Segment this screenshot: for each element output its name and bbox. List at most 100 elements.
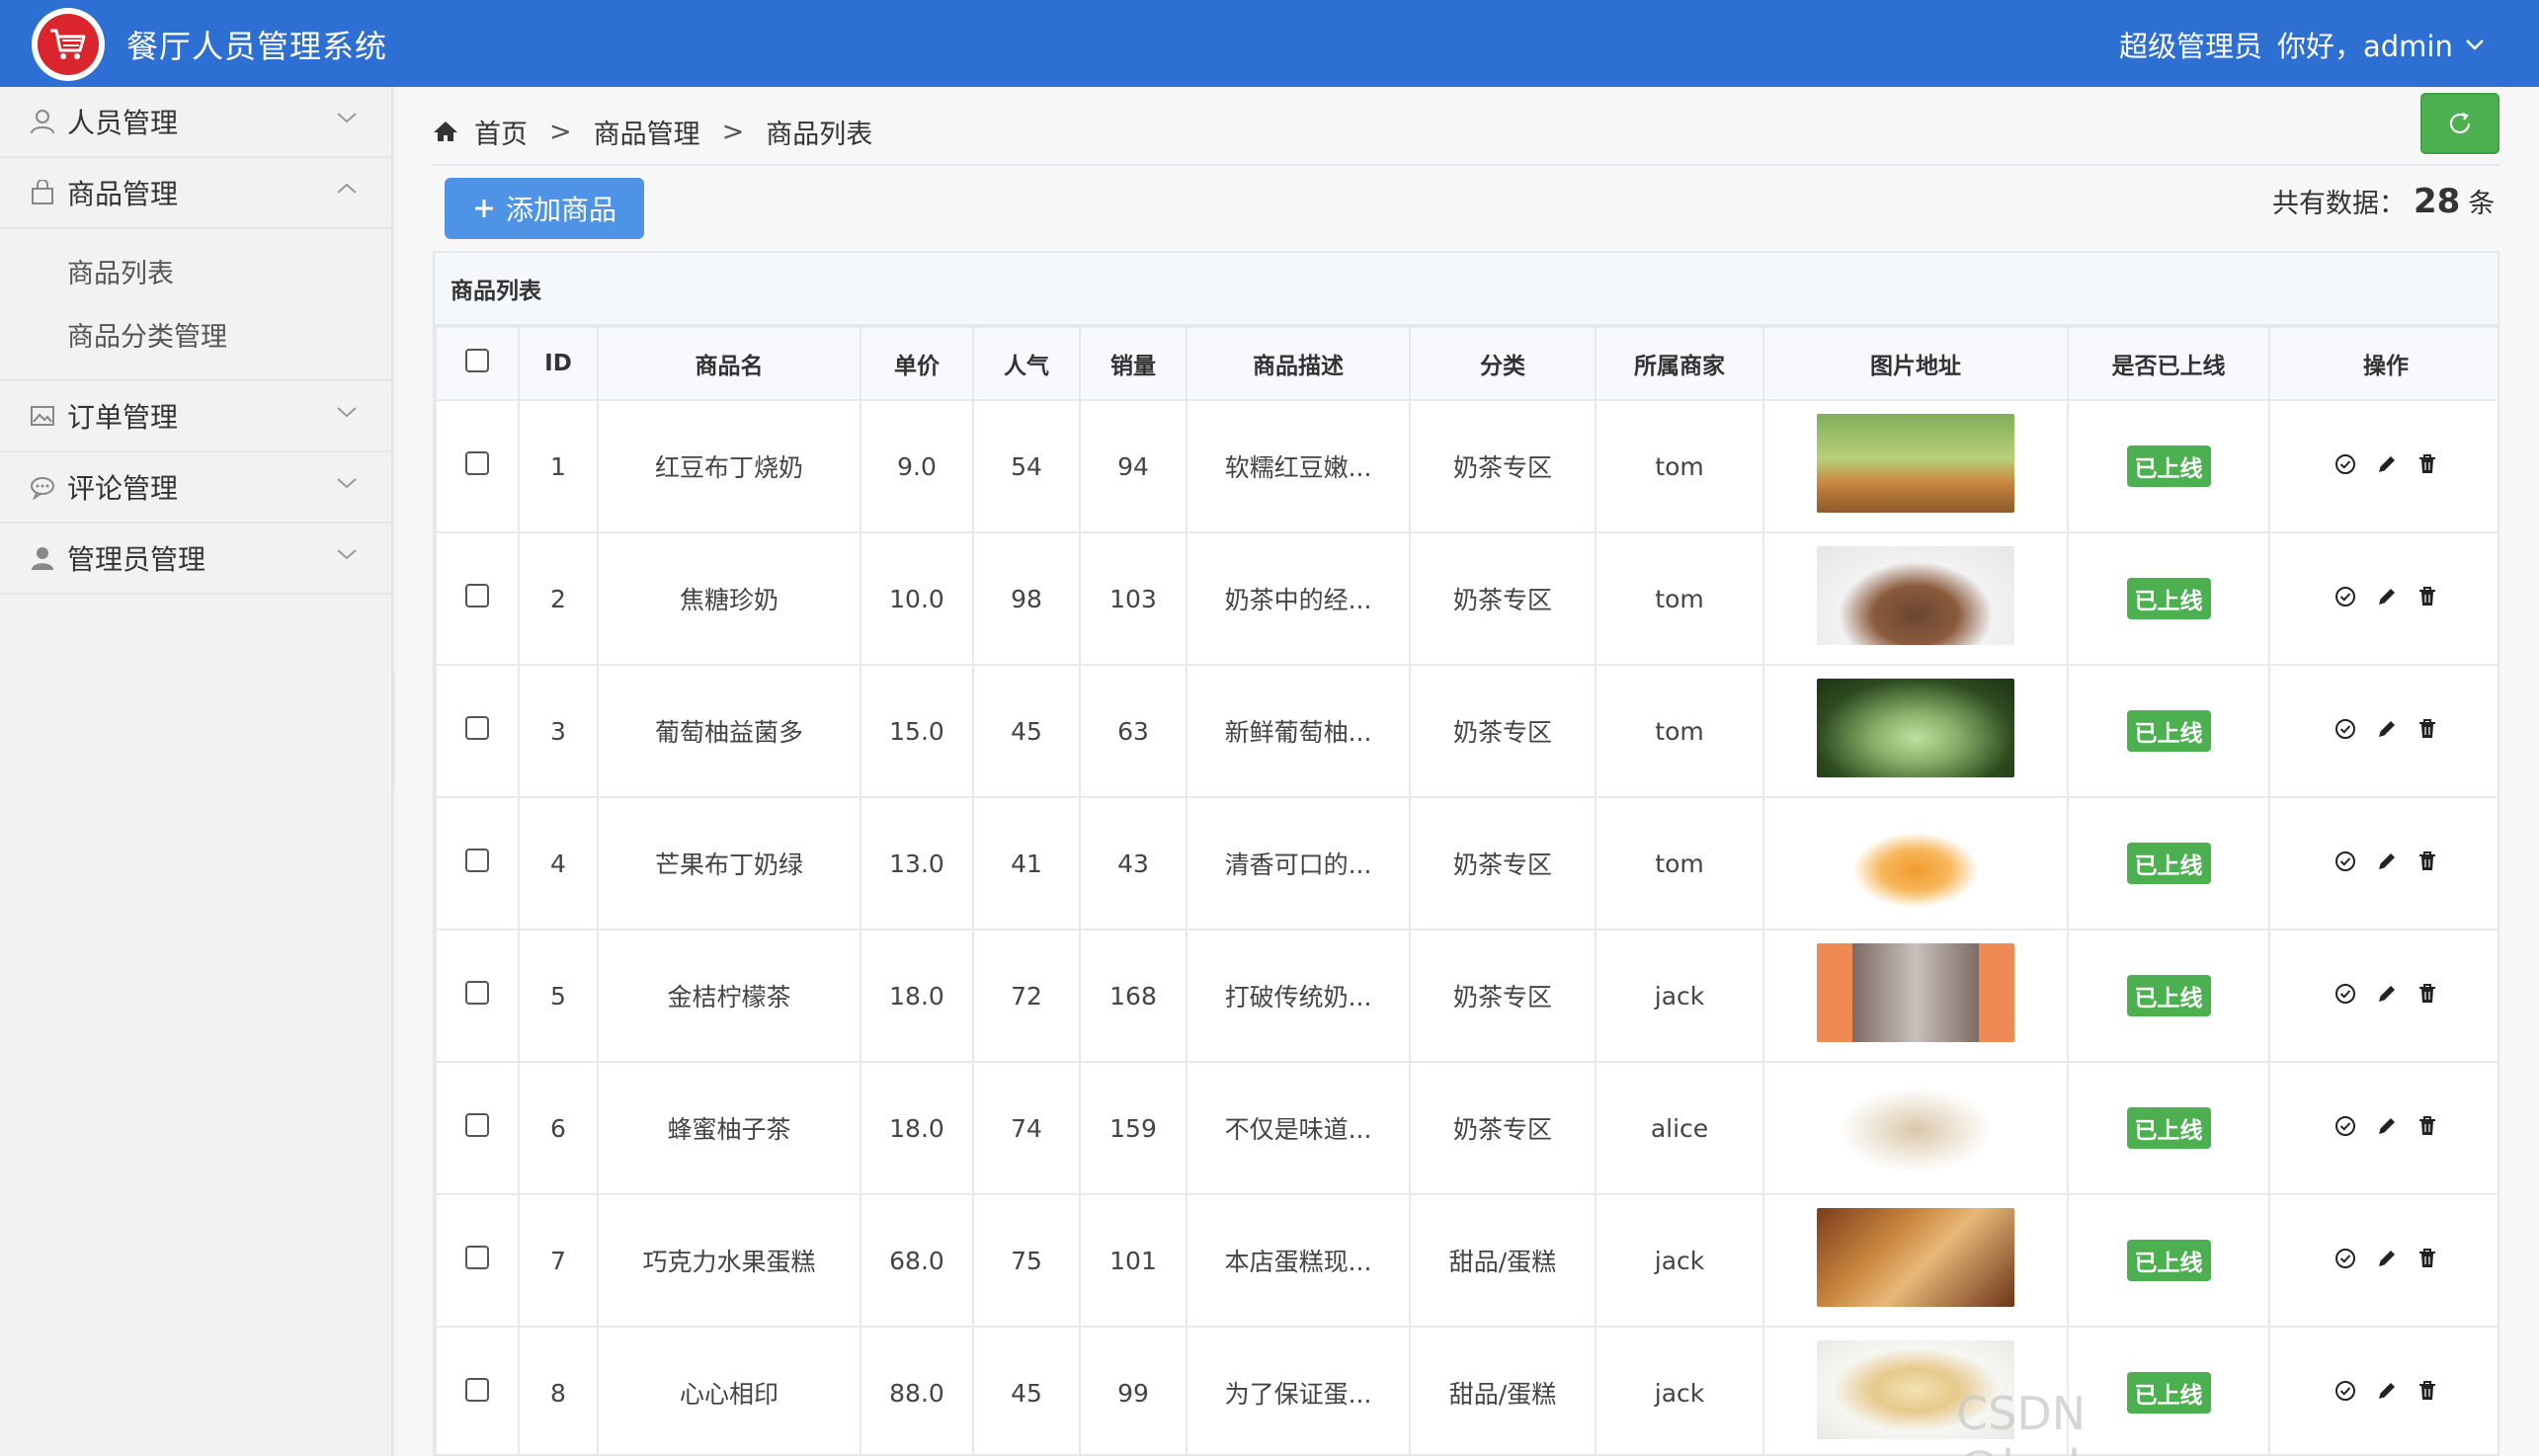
cell-merchant: jack (1595, 1193, 1764, 1328)
cell-price: 88.0 (860, 1326, 974, 1454)
toggle-online-button[interactable] (2334, 718, 2356, 740)
add-product-button[interactable]: 添加商品 (445, 178, 644, 239)
cell-name: 红豆布丁烧奶 (597, 399, 861, 533)
row-select-cell (435, 796, 520, 930)
cell-actions (2268, 929, 2498, 1063)
total-number: 28 (2414, 182, 2461, 221)
edit-button[interactable] (2376, 1248, 2398, 1269)
breadcrumb-home[interactable]: 首页 (474, 113, 528, 151)
sidebar-subitem-category-management[interactable]: 商品分类管理 (0, 302, 391, 365)
edit-button[interactable] (2376, 586, 2398, 607)
cell-popularity: 75 (972, 1193, 1081, 1328)
edit-button[interactable] (2376, 850, 2398, 872)
toggle-online-button[interactable] (2334, 1248, 2356, 1269)
sidebar-item-products[interactable]: 商品管理 (0, 158, 391, 229)
toggle-online-button[interactable] (2334, 1115, 2356, 1137)
cell-online: 已上线 (2067, 796, 2270, 930)
check-circle-icon (2335, 1248, 2355, 1268)
edit-button[interactable] (2376, 718, 2398, 740)
cell-price: 18.0 (860, 1061, 974, 1195)
cell-id: 3 (518, 664, 599, 798)
cell-name: 葡萄柚益菌多 (597, 664, 861, 798)
cell-popularity: 45 (972, 1326, 1081, 1454)
select-all-checkbox[interactable] (465, 349, 489, 372)
toggle-online-button[interactable] (2334, 983, 2356, 1005)
sidebar-item-comments[interactable]: 评论管理 (0, 452, 391, 524)
row-checkbox[interactable] (465, 849, 489, 872)
row-checkbox[interactable] (465, 1378, 489, 1402)
cell-online: 已上线 (2067, 531, 2270, 666)
cell-price: 13.0 (860, 796, 974, 930)
check-circle-icon (2335, 453, 2355, 474)
table-row: 5 金桔柠檬茶 18.0 72 168 打破传统奶... 奶茶专区 jack 已上线 (435, 929, 2498, 1063)
trash-icon (2419, 718, 2435, 738)
sidebar-item-staff[interactable]: 人员管理 (0, 87, 391, 158)
row-checkbox[interactable] (465, 451, 489, 475)
cell-description: 本店蛋糕现... (1186, 1193, 1411, 1328)
user-icon (31, 110, 54, 134)
trash-icon (2419, 586, 2435, 606)
column-header-sales: 销量 (1079, 326, 1188, 401)
cell-category: 奶茶专区 (1409, 929, 1597, 1063)
user-role: 超级管理员 (2119, 30, 2263, 63)
cell-actions (2268, 1061, 2498, 1195)
toggle-online-button[interactable] (2334, 586, 2356, 607)
comment-icon (31, 477, 54, 500)
cell-popularity: 72 (972, 929, 1081, 1063)
cell-merchant: tom (1595, 796, 1764, 930)
cell-sales: 63 (1079, 664, 1188, 798)
sidebar-item-label: 商品管理 (67, 178, 179, 210)
cell-description: 新鲜葡萄柚... (1186, 664, 1411, 798)
row-checkbox[interactable] (465, 584, 489, 607)
toggle-online-button[interactable] (2334, 453, 2356, 475)
chevron-down-icon (337, 478, 357, 489)
delete-button[interactable] (2417, 983, 2437, 1005)
person-icon (32, 547, 53, 570)
main-content: 首页 > 商品管理 > 商品列表 添加商品 共有数据： 28 条 商品列表 ID (395, 87, 2539, 1456)
cell-image (1762, 531, 2069, 666)
cell-sales: 99 (1079, 1326, 1188, 1454)
trash-icon (2419, 850, 2435, 870)
refresh-button[interactable] (2420, 93, 2499, 154)
cell-popularity: 41 (972, 796, 1081, 930)
breadcrumb-products[interactable]: 商品管理 (594, 113, 700, 151)
row-select-cell (435, 664, 520, 798)
cell-image (1762, 664, 2069, 798)
product-list-panel: 商品列表 ID 商品名 单价 人气 销量 商品描述 分类 所属商家 图片地址 是… (433, 251, 2499, 1456)
sidebar-item-orders[interactable]: 订单管理 (0, 381, 391, 452)
row-select-cell (435, 929, 520, 1063)
edit-button[interactable] (2376, 453, 2398, 475)
row-checkbox[interactable] (465, 1113, 489, 1137)
divider (431, 164, 2499, 166)
pencil-icon (2379, 1250, 2395, 1266)
chevron-down-icon (337, 407, 357, 418)
delete-button[interactable] (2417, 453, 2437, 475)
cell-id: 5 (518, 929, 599, 1063)
cell-description: 不仅是味道... (1186, 1061, 1411, 1195)
cell-actions (2268, 664, 2498, 798)
cell-online: 已上线 (2067, 1193, 2270, 1328)
delete-button[interactable] (2417, 1115, 2437, 1137)
sidebar-subitem-product-list[interactable]: 商品列表 (0, 239, 391, 302)
check-circle-icon (2335, 718, 2355, 739)
row-checkbox[interactable] (465, 716, 489, 740)
edit-button[interactable] (2376, 1115, 2398, 1137)
cell-merchant: tom (1595, 664, 1764, 798)
delete-button[interactable] (2417, 586, 2437, 607)
delete-button[interactable] (2417, 718, 2437, 740)
check-circle-icon (2335, 586, 2355, 607)
toggle-online-button[interactable] (2334, 850, 2356, 872)
row-checkbox[interactable] (465, 981, 489, 1005)
cell-sales: 168 (1079, 929, 1188, 1063)
edit-button[interactable] (2376, 983, 2398, 1005)
cell-popularity: 54 (972, 399, 1081, 533)
sidebar-item-admins[interactable]: 管理员管理 (0, 524, 391, 595)
check-circle-icon (2335, 1115, 2355, 1136)
sidebar-item-label: 订单管理 (67, 401, 179, 434)
status-badge: 已上线 (2126, 975, 2211, 1016)
delete-button[interactable] (2417, 1248, 2437, 1269)
delete-button[interactable] (2417, 850, 2437, 872)
user-menu[interactable]: 你好，admin (2277, 24, 2485, 65)
select-all-cell (435, 326, 520, 401)
row-checkbox[interactable] (465, 1246, 489, 1269)
